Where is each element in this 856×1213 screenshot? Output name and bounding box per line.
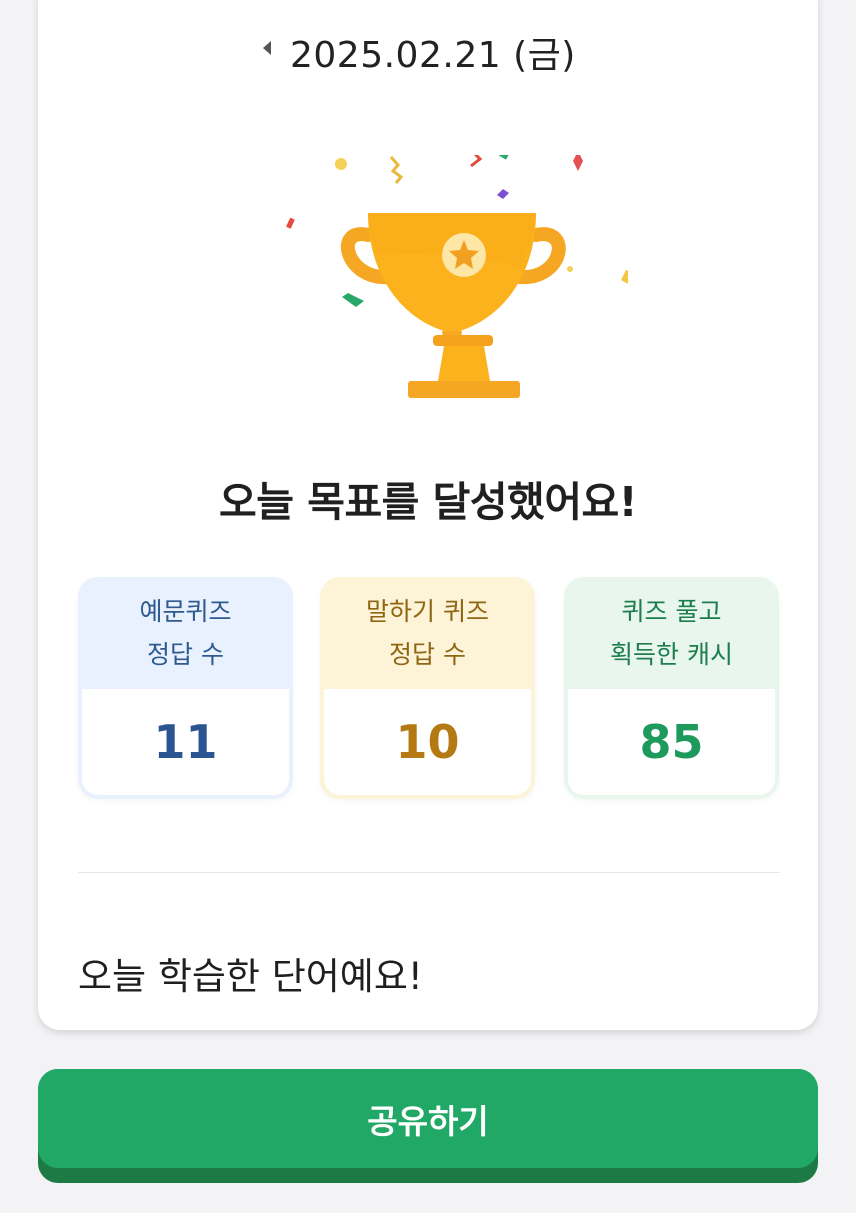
- stats-row: 예문퀴즈 정답 수 11 말하기 퀴즈 정답 수 10 퀴즈 풀고 획득한 캐시…: [78, 577, 779, 799]
- result-card: 2025.02.21 (금) 오늘 목표를 달성했어요! 예문퀴즈 정답 수 1…: [38, 0, 818, 1030]
- prev-date-button[interactable]: [253, 34, 281, 62]
- trophy-illustration: [228, 144, 640, 425]
- stat-label: 말하기 퀴즈 정답 수: [366, 597, 489, 669]
- stat-label: 퀴즈 풀고 획득한 캐시: [610, 597, 733, 669]
- date-navigator: 2025.02.21 (금): [38, 20, 818, 76]
- caret-left-icon: [263, 41, 271, 55]
- share-button-label: 공유하기: [38, 1069, 818, 1168]
- section-divider: [78, 872, 780, 873]
- stat-card-speaking-quiz: 말하기 퀴즈 정답 수 10: [320, 577, 535, 799]
- stat-label: 예문퀴즈 정답 수: [139, 597, 232, 669]
- date-label: 2025.02.21 (금): [290, 35, 576, 76]
- goal-achieved-title: 오늘 목표를 달성했어요!: [219, 478, 637, 526]
- share-button[interactable]: 공유하기: [38, 1069, 818, 1183]
- stat-card-cash-earned: 퀴즈 풀고 획득한 캐시 85: [564, 577, 779, 799]
- trophy-icon: [340, 213, 566, 398]
- stat-value: 85: [568, 689, 775, 795]
- stat-card-example-quiz: 예문퀴즈 정답 수 11: [78, 577, 293, 799]
- stat-value: 11: [82, 689, 289, 795]
- learned-words-title: 오늘 학습한 단어예요!: [78, 955, 423, 998]
- stat-value: 10: [324, 689, 531, 795]
